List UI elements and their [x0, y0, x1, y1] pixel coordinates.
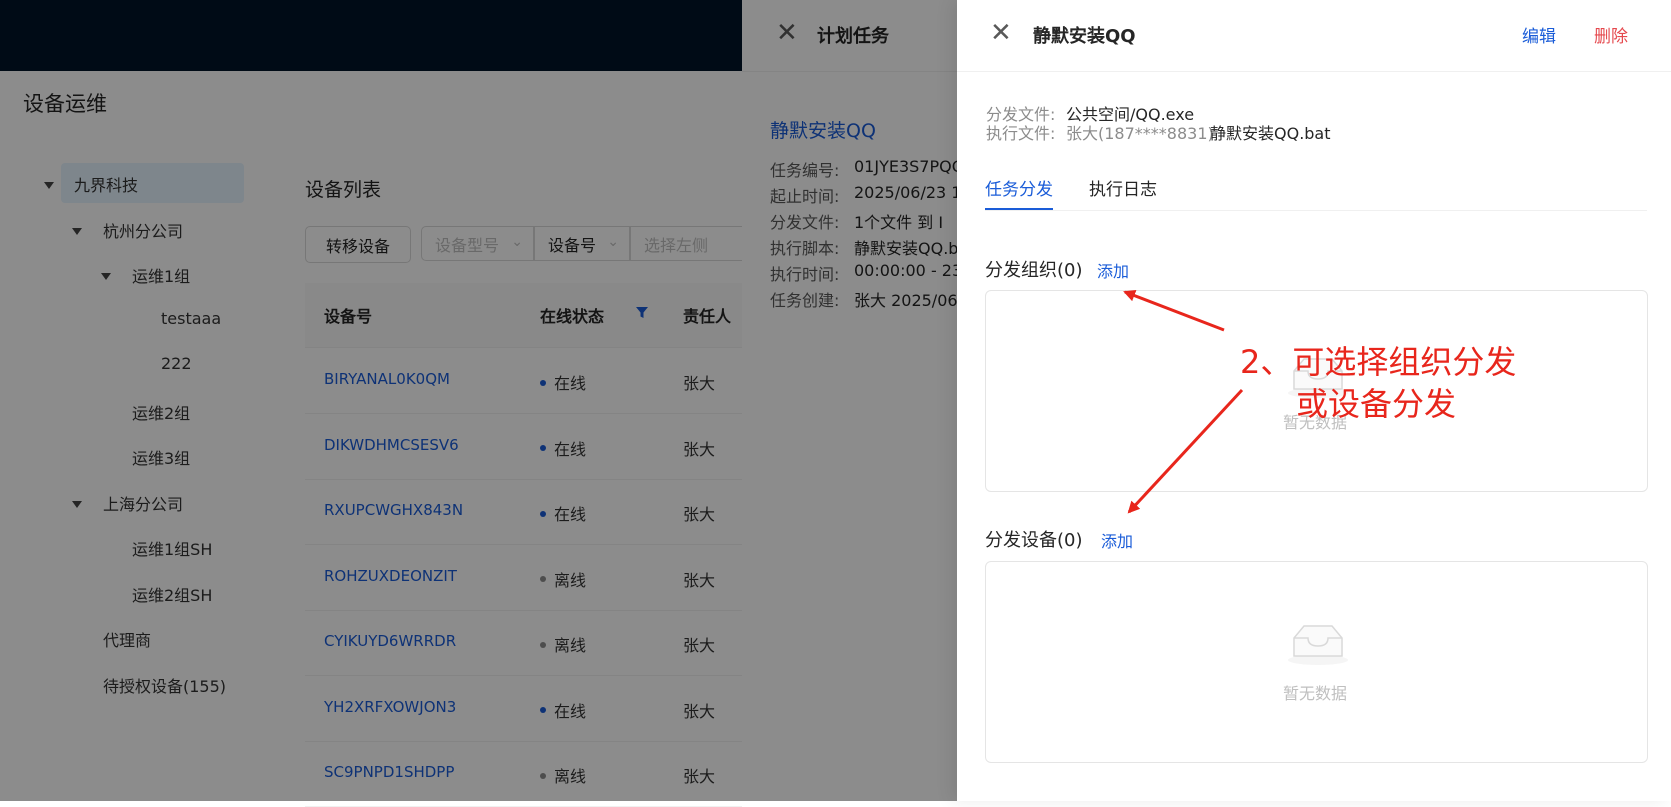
arrow-to-org [1123, 289, 1225, 332]
annotation-line-1: 2、可选择组织分发 [1240, 343, 1517, 381]
arrow-to-device [1127, 388, 1244, 514]
task-detail-drawer: ✕ 静默安装QQ 编辑 删除 分发文件: 公共空间/QQ.exe 执行文件: 张… [957, 0, 1671, 801]
drawer-mask[interactable] [0, 0, 957, 801]
annotation-line-2: 或设备分发 [1296, 385, 1457, 423]
